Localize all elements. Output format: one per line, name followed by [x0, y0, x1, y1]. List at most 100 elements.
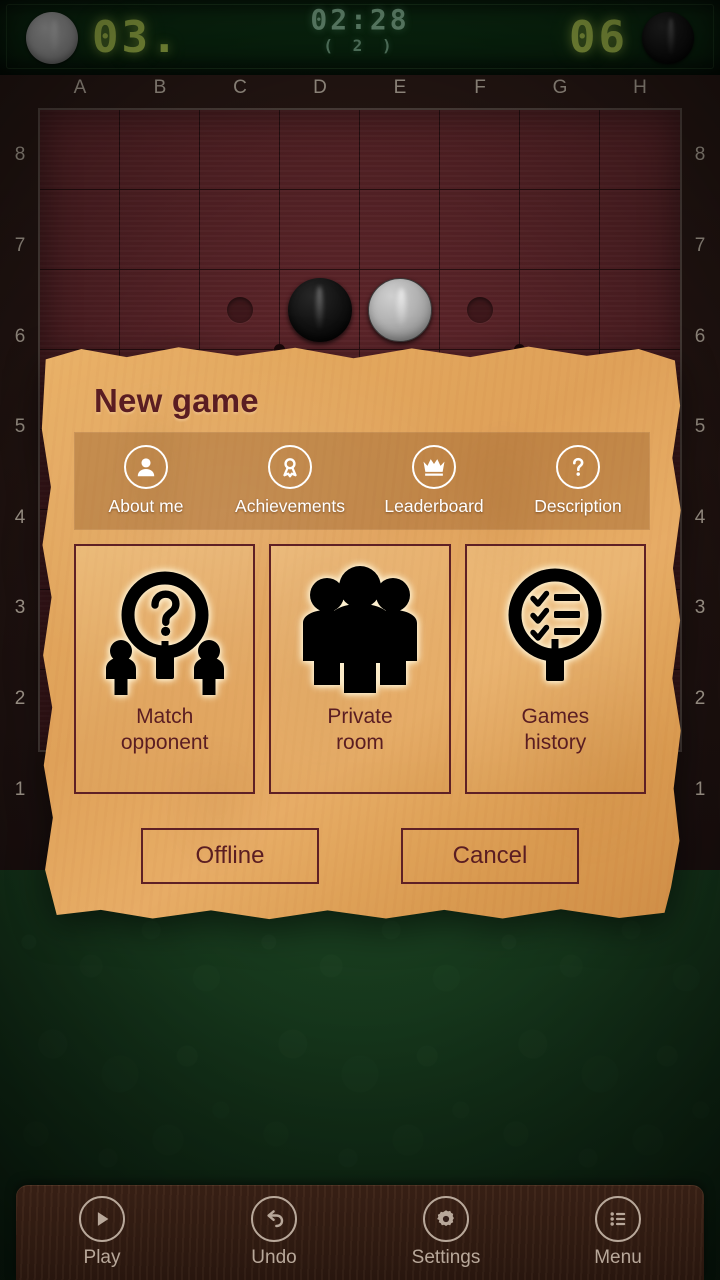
board-cell-a7[interactable]	[40, 190, 120, 270]
file-labels-top: A B C D E F G H	[40, 77, 680, 107]
achievements-button[interactable]: Achievements	[218, 445, 362, 517]
board-cell-g7[interactable]	[520, 190, 600, 270]
toolbar-menu-button[interactable]: Menu	[558, 1196, 678, 1269]
timer-move-number: ( 2 )	[323, 36, 397, 56]
rank-label: 6	[14, 325, 26, 347]
board-cell-a6[interactable]	[40, 270, 120, 350]
file-label: G	[552, 77, 568, 98]
rank-label: 5	[694, 416, 706, 438]
match-opponent-card[interactable]: Match opponent	[74, 544, 256, 794]
timer-value: 02:28	[310, 3, 410, 36]
legal-move-hint-f6[interactable]	[466, 296, 493, 323]
question-mark-icon	[556, 445, 600, 489]
black-piece-d6	[287, 277, 352, 342]
rank-label: 2	[14, 688, 26, 710]
board-cell-e7[interactable]	[360, 190, 440, 270]
match-opponent-label: Match opponent	[121, 704, 209, 755]
black-disc-indicator	[642, 11, 694, 64]
card-label-line2: opponent	[120, 730, 209, 754]
gear-icon	[423, 1196, 469, 1242]
board-cell-c8[interactable]	[200, 110, 280, 190]
file-label: D	[313, 77, 327, 98]
board-cell-e6[interactable]	[360, 270, 440, 350]
achievements-label: Achievements	[235, 496, 345, 516]
list-menu-icon	[595, 1196, 641, 1242]
card-label-line1: Match	[136, 705, 194, 728]
rank-label: 4	[14, 506, 26, 528]
rank-label: 2	[694, 688, 706, 710]
description-button[interactable]: Description	[506, 445, 650, 517]
rank-label: 8	[694, 144, 706, 166]
info-icon-strip: About me Achievements Leaderboard Descri…	[74, 432, 650, 530]
about-me-button[interactable]: About me	[74, 445, 218, 517]
games-history-label: Games history	[521, 704, 589, 755]
rank-label: 7	[694, 234, 706, 256]
board-cell-f6[interactable]	[440, 270, 525, 355]
file-label: H	[633, 77, 647, 98]
about-me-label: About me	[108, 496, 184, 516]
rank-label: 8	[14, 144, 26, 166]
rank-label: 7	[14, 234, 26, 256]
toolbar-settings-button[interactable]: Settings	[386, 1196, 506, 1269]
new-game-dialog: New game About me Achievements Leaderboa…	[36, 342, 684, 922]
file-label: B	[153, 77, 167, 98]
game-screen: 03. 02:28 ( 2 ) 06 A B C D E F G H 8 7 6…	[0, 0, 720, 1280]
board-cell-c6[interactable]	[200, 270, 285, 355]
rank-label: 6	[694, 325, 706, 347]
crown-icon	[412, 445, 456, 489]
board-cell-c7[interactable]	[200, 190, 280, 270]
board-cell-h7[interactable]	[600, 190, 680, 270]
board-cell-d8[interactable]	[280, 110, 360, 190]
board-cell-d6[interactable]	[280, 270, 360, 350]
black-score: 06	[569, 11, 628, 63]
board-cell-f7[interactable]	[440, 190, 520, 270]
dialog-title: New game	[94, 382, 259, 419]
board-cell-a8[interactable]	[40, 110, 120, 190]
games-history-card[interactable]: Games history	[464, 544, 646, 794]
board-cell-g6[interactable]	[520, 270, 600, 350]
toolbar-undo-button[interactable]: Undo	[214, 1196, 334, 1269]
leaderboard-label: Leaderboard	[384, 496, 484, 516]
file-label: A	[73, 77, 87, 98]
leaderboard-button[interactable]: Leaderboard	[362, 445, 506, 517]
card-label-line2: history	[524, 730, 587, 754]
group-people-icon	[294, 560, 426, 700]
scoreboard: 03. 02:28 ( 2 ) 06	[0, 0, 720, 78]
rank-label: 5	[14, 416, 26, 438]
rank-label: 3	[14, 597, 26, 619]
game-mode-cards: Match opponent Private room Games histor…	[74, 544, 646, 794]
board-cell-b8[interactable]	[120, 110, 200, 190]
toolbar-play-label: Play	[83, 1247, 121, 1268]
file-label: C	[233, 77, 247, 98]
score-left: 03.	[26, 11, 181, 64]
board-cell-d7[interactable]	[280, 190, 360, 270]
board-cell-g8[interactable]	[520, 110, 600, 190]
rank-label: 1	[14, 778, 26, 800]
toolbar-settings-label: Settings	[411, 1247, 481, 1268]
board-cell-h6[interactable]	[600, 270, 680, 350]
board-cell-b7[interactable]	[120, 190, 200, 270]
award-medal-icon	[268, 445, 312, 489]
undo-arrow-icon	[251, 1196, 297, 1242]
rank-label: 3	[694, 597, 706, 619]
rank-label: 1	[694, 778, 706, 800]
rank-labels-left: 8 7 6 5 4 3 2 1	[0, 110, 40, 835]
card-label-line1: Private	[327, 705, 393, 728]
dialog-footer-buttons: Offline Cancel	[62, 828, 658, 884]
legal-move-hint-c6[interactable]	[226, 296, 253, 323]
file-label: E	[393, 77, 407, 98]
board-cell-h8[interactable]	[600, 110, 680, 190]
offline-button[interactable]: Offline	[141, 828, 319, 884]
white-score: 03.	[92, 11, 181, 63]
private-room-label: Private room	[327, 704, 392, 755]
description-label: Description	[534, 496, 622, 516]
white-disc-indicator	[26, 11, 78, 64]
magnifier-checklist-icon	[489, 560, 621, 700]
board-cell-b6[interactable]	[120, 270, 200, 350]
private-room-card[interactable]: Private room	[269, 544, 451, 794]
card-label-line2: room	[336, 730, 384, 754]
board-cell-f8[interactable]	[440, 110, 520, 190]
cancel-button[interactable]: Cancel	[401, 828, 579, 884]
board-cell-e8[interactable]	[360, 110, 440, 190]
toolbar-play-button[interactable]: Play	[42, 1196, 162, 1269]
